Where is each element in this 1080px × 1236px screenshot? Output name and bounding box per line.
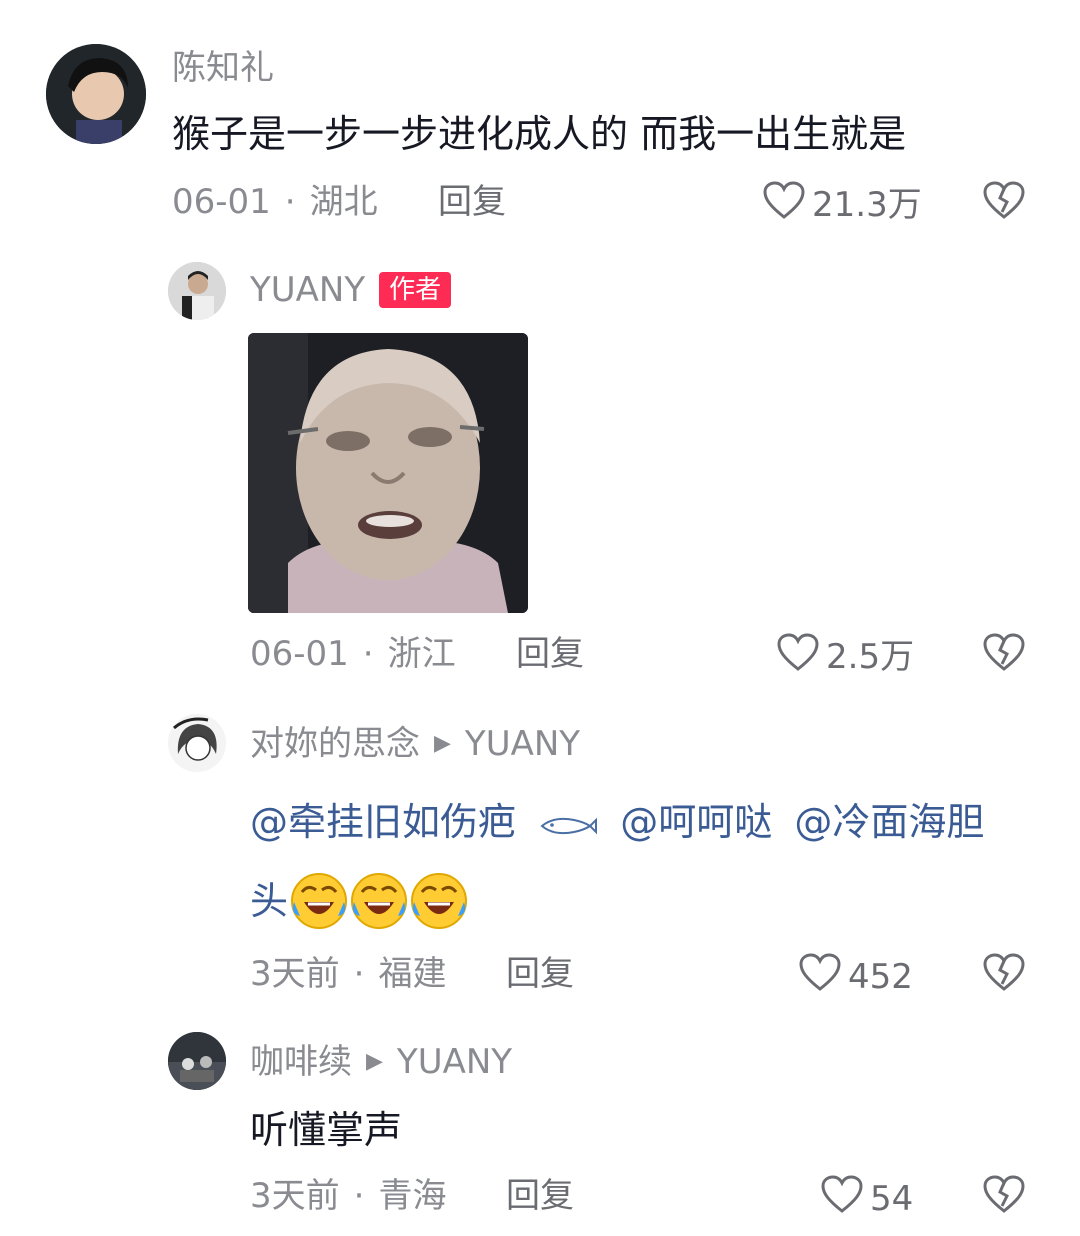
mention-link[interactable]: @牵挂旧如伤疤	[250, 800, 516, 844]
reply-text-line2: 头	[250, 872, 468, 930]
avatar[interactable]	[168, 1032, 226, 1090]
avatar[interactable]	[46, 44, 146, 144]
laughing-tears-emoji	[350, 872, 408, 930]
mention-link-tail[interactable]: 头	[250, 877, 288, 925]
heart-icon	[762, 180, 812, 229]
reply-button[interactable]: 回复	[506, 954, 574, 994]
like-count: 21.3万	[812, 184, 922, 225]
heart-icon	[798, 952, 848, 1001]
author-name[interactable]: YUANY	[250, 270, 365, 310]
reply-text: @牵挂旧如伤疤 @呵呵哒 @冷面海胆	[250, 798, 984, 849]
broken-heart-icon[interactable]	[982, 1174, 1026, 1218]
reply-button[interactable]: 回复	[516, 634, 584, 674]
like-count: 54	[870, 1178, 914, 1219]
reply-meta: 3天前 · 青海	[250, 1176, 447, 1216]
like-button[interactable]: 2.5万	[776, 632, 914, 681]
reply-username[interactable]: 对妳的思念 ▶ YUANY	[250, 724, 580, 764]
triangle-arrow-icon: ▶	[434, 731, 451, 756]
replier-name[interactable]: 对妳的思念	[250, 724, 420, 764]
comment-location: 湖北	[309, 182, 378, 222]
laughing-tears-emoji	[290, 872, 348, 930]
like-button[interactable]: 54	[820, 1174, 913, 1223]
replier-name[interactable]: 咖啡续	[250, 1042, 352, 1082]
reply-button[interactable]: 回复	[506, 1176, 574, 1216]
comment-date: 06-01	[172, 182, 271, 222]
reply-location: 青海	[378, 1176, 447, 1216]
laughing-tears-emoji	[410, 872, 468, 930]
reply-button[interactable]: 回复	[438, 182, 506, 222]
reply-username[interactable]: 咖啡续 ▶ YUANY	[250, 1042, 512, 1082]
triangle-arrow-icon: ▶	[366, 1049, 383, 1074]
like-button[interactable]: 452	[798, 952, 913, 1001]
mention-link[interactable]: @呵呵哒	[620, 800, 772, 844]
heart-icon	[820, 1174, 870, 1223]
reply-image[interactable]	[248, 333, 528, 613]
reply-to-name[interactable]: YUANY	[397, 1042, 512, 1082]
like-count: 452	[848, 956, 913, 997]
avatar[interactable]	[168, 262, 226, 320]
like-count: 2.5万	[826, 636, 915, 677]
reply-date: 3天前	[250, 954, 340, 994]
reply-to-name[interactable]: YUANY	[465, 724, 580, 764]
fish-icon	[538, 801, 598, 849]
like-button[interactable]: 21.3万	[762, 180, 922, 229]
reply-date: 06-01	[250, 634, 349, 674]
comment-meta: 06-01 · 湖北	[172, 182, 378, 222]
comment-username[interactable]: 陈知礼	[172, 48, 274, 88]
reply-meta: 3天前 · 福建	[250, 954, 447, 994]
broken-heart-icon[interactable]	[982, 952, 1026, 996]
broken-heart-icon[interactable]	[982, 180, 1026, 224]
reply-date: 3天前	[250, 1176, 340, 1216]
broken-heart-icon[interactable]	[982, 632, 1026, 676]
reply-location: 福建	[378, 954, 447, 994]
mention-link[interactable]: @冷面海胆	[794, 800, 984, 844]
avatar[interactable]	[168, 714, 226, 772]
author-badge: 作者	[379, 272, 452, 308]
reply-text: 听懂掌声	[250, 1108, 403, 1152]
heart-icon	[776, 632, 826, 681]
reply-meta: 06-01 · 浙江	[250, 634, 456, 674]
comment-text: 猴子是一步一步进化成人的 而我一出生就是	[172, 112, 907, 156]
reply-username[interactable]: YUANY 作者	[250, 270, 452, 310]
reply-location: 浙江	[387, 634, 456, 674]
